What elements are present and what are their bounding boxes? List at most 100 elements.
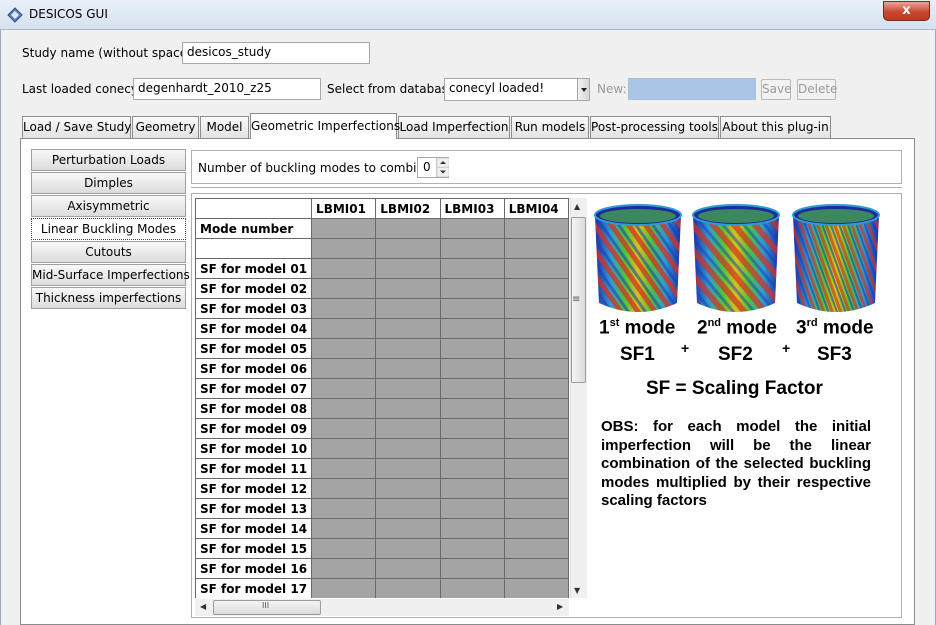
table-cell[interactable] <box>311 258 377 279</box>
column-header[interactable]: LBMI02 <box>375 198 441 219</box>
table-cell[interactable] <box>439 558 505 579</box>
tab-about-plugin[interactable]: About this plug-in <box>720 116 831 138</box>
table-cell[interactable] <box>439 478 505 499</box>
table-cell[interactable] <box>439 578 505 598</box>
delete-button[interactable]: Delete <box>797 79 837 100</box>
table-cell[interactable] <box>311 478 377 499</box>
table-cell[interactable] <box>311 578 377 598</box>
table-cell[interactable] <box>503 438 569 459</box>
table-cell[interactable] <box>439 498 505 519</box>
scroll-right-icon[interactable]: ▶ <box>557 602 563 611</box>
last-conecyl-input[interactable]: degenhardt_2010_z25 <box>133 78 321 100</box>
scroll-down-icon[interactable]: ▼ <box>574 586 580 595</box>
scroll-up-icon[interactable]: ▲ <box>574 202 580 211</box>
table-cell[interactable] <box>503 238 569 259</box>
database-select[interactable]: conecyl loaded! <box>444 78 590 101</box>
table-cell[interactable] <box>503 538 569 559</box>
close-button[interactable]: x <box>883 1 930 21</box>
table-cell[interactable] <box>375 438 441 459</box>
table-cell[interactable] <box>439 458 505 479</box>
table-cell[interactable] <box>439 538 505 559</box>
nav-perturbation-loads[interactable]: Perturbation Loads <box>31 149 186 171</box>
tab-post-processing-tools[interactable]: Post-processing tools <box>590 116 719 138</box>
table-cell[interactable] <box>311 538 377 559</box>
table-cell[interactable] <box>503 298 569 319</box>
table-cell[interactable] <box>375 298 441 319</box>
table-cell[interactable] <box>375 458 441 479</box>
nav-thickness-imperfections[interactable]: Thickness imperfections <box>31 287 186 309</box>
table-cell[interactable] <box>375 318 441 339</box>
table-cell[interactable] <box>439 278 505 299</box>
study-name-input[interactable]: desicos_study <box>182 42 370 64</box>
table-cell[interactable] <box>439 398 505 419</box>
table-cell[interactable] <box>439 418 505 439</box>
table-cell[interactable] <box>311 498 377 519</box>
table-cell[interactable] <box>375 398 441 419</box>
nav-dimples[interactable]: Dimples <box>31 172 186 194</box>
table-cell[interactable] <box>503 518 569 539</box>
nav-cutouts[interactable]: Cutouts <box>31 241 186 263</box>
table-cell[interactable] <box>311 378 377 399</box>
table-cell[interactable] <box>375 418 441 439</box>
table-cell[interactable] <box>375 558 441 579</box>
table-cell[interactable] <box>375 378 441 399</box>
table-cell[interactable] <box>375 218 441 239</box>
table-cell[interactable] <box>503 318 569 339</box>
table-cell[interactable] <box>311 398 377 419</box>
column-header[interactable]: LBMI01 <box>311 198 377 219</box>
table-cell[interactable] <box>439 218 505 239</box>
table-cell[interactable] <box>503 478 569 499</box>
tab-load-imperfection[interactable]: Load Imperfection <box>398 116 510 138</box>
table-cell[interactable] <box>311 558 377 579</box>
table-cell[interactable] <box>311 418 377 439</box>
scroll-left-icon[interactable]: ◀ <box>200 602 206 611</box>
tab-run-models[interactable]: Run models <box>511 116 589 138</box>
table-cell[interactable] <box>503 218 569 239</box>
new-conecyl-input[interactable] <box>628 78 756 100</box>
table-cell[interactable] <box>503 558 569 579</box>
table-cell[interactable] <box>439 358 505 379</box>
table-cell[interactable] <box>311 278 377 299</box>
table-cell[interactable] <box>375 518 441 539</box>
table-cell[interactable] <box>503 498 569 519</box>
table-cell[interactable] <box>503 578 569 598</box>
table-cell[interactable] <box>311 298 377 319</box>
table-cell[interactable] <box>311 438 377 459</box>
nav-linear-buckling-modes[interactable]: Linear Buckling Modes <box>31 218 186 240</box>
table-cell[interactable] <box>503 258 569 279</box>
table-cell[interactable] <box>375 238 441 259</box>
table-cell[interactable] <box>439 298 505 319</box>
table-cell[interactable] <box>503 398 569 419</box>
dropdown-arrow-icon[interactable] <box>577 79 589 100</box>
table-cell[interactable] <box>375 578 441 598</box>
table-cell[interactable] <box>375 498 441 519</box>
table-cell[interactable] <box>439 258 505 279</box>
column-header[interactable]: LBMI03 <box>439 198 505 219</box>
table-cell[interactable] <box>311 458 377 479</box>
table-cell[interactable] <box>503 338 569 359</box>
table-cell[interactable] <box>311 318 377 339</box>
table-cell[interactable] <box>503 418 569 439</box>
table-cell[interactable] <box>375 358 441 379</box>
tab-model[interactable]: Model <box>200 116 249 138</box>
nav-mid-surface-imperfections[interactable]: Mid-Surface Imperfections <box>31 264 190 286</box>
table-cell[interactable] <box>311 518 377 539</box>
table-cell[interactable] <box>439 338 505 359</box>
table-cell[interactable] <box>439 518 505 539</box>
table-cell[interactable] <box>375 538 441 559</box>
table-cell[interactable] <box>503 278 569 299</box>
tab-load-save-study[interactable]: Load / Save Study <box>22 116 131 138</box>
tab-geometric-imperfections[interactable]: Geometric Imperfections <box>250 113 400 139</box>
column-header[interactable]: LBMI04 <box>503 198 569 219</box>
table-cell[interactable] <box>311 338 377 359</box>
table-cell[interactable] <box>375 478 441 499</box>
table-cell[interactable] <box>375 278 441 299</box>
table-cell[interactable] <box>503 358 569 379</box>
table-cell[interactable] <box>311 358 377 379</box>
table-cell[interactable] <box>439 318 505 339</box>
table-cell[interactable] <box>439 438 505 459</box>
table-cell[interactable] <box>375 338 441 359</box>
table-cell[interactable] <box>439 378 505 399</box>
tab-geometry[interactable]: Geometry <box>132 116 199 138</box>
table-cell[interactable] <box>503 378 569 399</box>
